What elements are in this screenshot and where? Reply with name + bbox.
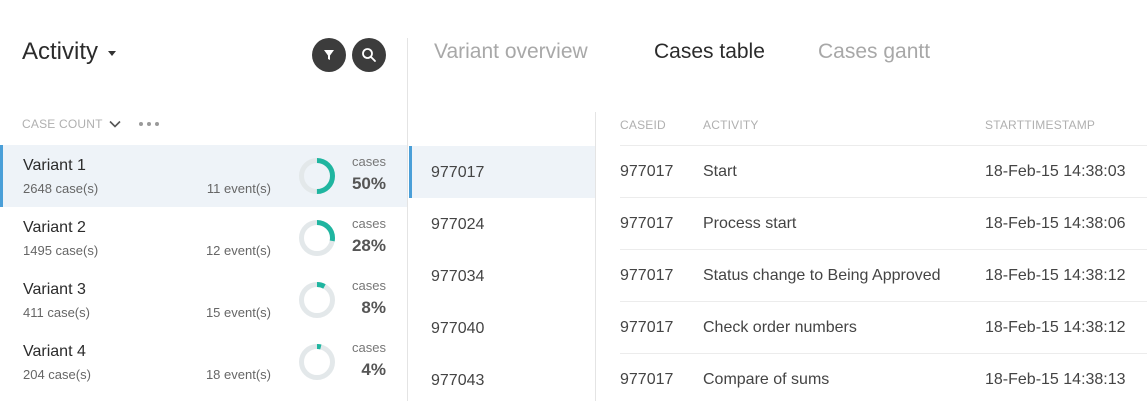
sort-label: CASE COUNT [22,117,103,131]
variant-item[interactable]: Variant 2 1495 case(s) 12 event(s) cases… [0,207,408,269]
cell-activity: Process start [703,215,797,232]
tab-variant-overview[interactable]: Variant overview [434,40,588,64]
variant-event-count: 18 event(s) [205,367,271,382]
cell-activity: Status change to Being Approved [703,267,941,284]
variant-item[interactable]: Variant 4 204 case(s) 18 event(s) cases … [0,331,408,393]
case-id-list: 977017 977024 977034 977040 977043 [409,146,595,401]
table-header: CASEID ACTIVITY STARTTIMESTAMP [620,112,1147,146]
variants-panel: Activity CASE COUNT Variant 1 2648 case(… [0,0,408,401]
variant-item[interactable]: Variant 3 411 case(s) 15 event(s) cases … [0,269,408,331]
variant-event-count: 15 event(s) [205,305,271,320]
cell-timestamp: 18-Feb-15 14:38:12 [985,267,1126,284]
cell-activity: Check order numbers [703,319,857,336]
variant-name: Variant 3 [23,281,86,298]
case-id-item[interactable]: 977017 [409,146,595,198]
variant-cases-label: cases [352,278,386,293]
variant-cases-label: cases [352,340,386,355]
more-icon[interactable] [138,122,159,126]
variant-name: Variant 2 [23,219,86,236]
case-id-item[interactable]: 977043 [409,354,595,401]
cell-timestamp: 18-Feb-15 14:38:03 [985,163,1126,180]
cell-activity: Start [703,163,737,180]
cases-table: CASEID ACTIVITY STARTTIMESTAMP 977017 St… [620,112,1147,401]
case-id-item[interactable]: 977034 [409,250,595,302]
filter-icon [324,50,334,60]
sort-control[interactable]: CASE COUNT [22,117,159,131]
variant-event-count: 12 event(s) [205,243,271,258]
variant-donut-chart [299,220,335,256]
variant-name: Variant 1 [23,157,86,174]
chevron-down-icon [109,120,121,128]
variant-item[interactable]: Variant 1 2648 case(s) 11 event(s) cases… [0,145,408,207]
variant-percent: 8% [361,298,386,317]
column-header-caseid[interactable]: CASEID [620,118,666,132]
cell-caseid: 977017 [620,215,674,232]
filter-button[interactable] [312,38,346,72]
variant-case-count: 411 case(s) [23,305,90,320]
column-header-activity[interactable]: ACTIVITY [703,118,759,132]
variant-percent: 4% [361,360,386,379]
search-button[interactable] [352,38,386,72]
variant-donut-chart [299,282,335,318]
table-row[interactable]: 977017 Compare of sums 18-Feb-15 14:38:1… [620,354,1147,401]
variant-case-count: 1495 case(s) [23,243,99,258]
cell-caseid: 977017 [620,371,674,388]
table-row[interactable]: 977017 Process start 18-Feb-15 14:38:06 [620,198,1147,250]
cell-caseid: 977017 [620,319,674,336]
list-divider [595,112,596,401]
variant-donut-chart [299,158,335,194]
variant-cases-label: cases [352,154,386,169]
search-icon [362,48,376,62]
case-id-item[interactable]: 977024 [409,198,595,250]
variant-list: Variant 1 2648 case(s) 11 event(s) cases… [0,145,408,393]
variant-name: Variant 4 [23,343,86,360]
variant-percent: 28% [351,236,386,255]
cell-timestamp: 18-Feb-15 14:38:06 [985,215,1126,232]
panel-divider [407,38,408,401]
tab-cases-table[interactable]: Cases table [654,40,765,64]
table-row[interactable]: 977017 Start 18-Feb-15 14:38:03 [620,146,1147,198]
variant-donut-chart [299,344,335,380]
variant-case-count: 2648 case(s) [23,181,99,196]
variant-event-count: 11 event(s) [206,181,271,196]
column-header-starttimestamp[interactable]: STARTTIMESTAMP [985,118,1095,132]
caret-down-icon [108,50,117,56]
activity-title: Activity [22,38,99,65]
tab-cases-gantt[interactable]: Cases gantt [818,40,930,64]
activity-selector[interactable]: Activity [22,38,117,66]
table-row[interactable]: 977017 Status change to Being Approved 1… [620,250,1147,302]
cell-timestamp: 18-Feb-15 14:38:12 [985,319,1126,336]
case-id-item[interactable]: 977040 [409,302,595,354]
variant-case-count: 204 case(s) [23,367,91,382]
cell-caseid: 977017 [620,267,674,284]
table-row[interactable]: 977017 Check order numbers 18-Feb-15 14:… [620,302,1147,354]
cell-activity: Compare of sums [703,371,830,388]
variant-percent: 50% [351,174,386,193]
cell-timestamp: 18-Feb-15 14:38:13 [985,371,1126,388]
variant-cases-label: cases [352,216,386,231]
cell-caseid: 977017 [620,163,674,180]
